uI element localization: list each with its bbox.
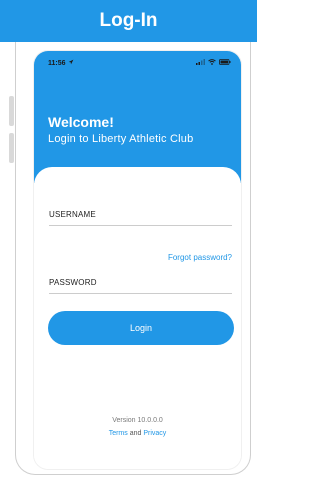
battery-icon: [219, 59, 231, 65]
username-label: USERNAME: [49, 210, 96, 219]
username-field[interactable]: USERNAME: [49, 210, 232, 226]
welcome-subtitle: Login to Liberty Athletic Club: [48, 133, 194, 145]
phone-side-button: [9, 133, 14, 163]
phone-screen: 11:56 Welcome! Login to Liberty Athletic…: [34, 51, 241, 469]
password-field[interactable]: PASSWORD: [49, 278, 232, 294]
wifi-icon: [208, 59, 216, 65]
status-icons: [196, 59, 231, 65]
login-button[interactable]: Login: [48, 311, 234, 345]
title-bar: Log-In: [0, 0, 257, 42]
hero-banner: 11:56 Welcome! Login to Liberty Athletic…: [34, 51, 241, 183]
welcome-heading: Welcome!: [48, 114, 114, 130]
and-text: and: [129, 430, 142, 437]
page-title: Log-In: [99, 10, 158, 31]
location-arrow-icon: [69, 59, 74, 65]
version-text: Version 10.0.0.0: [112, 417, 163, 424]
login-card: USERNAME Forgot password? PASSWORD Login…: [34, 167, 241, 469]
terms-link[interactable]: Terms: [109, 430, 128, 437]
signal-icon: [196, 59, 205, 65]
page: Log-In 11:56 Welcome! Login to Liberty A…: [0, 0, 257, 481]
terms-privacy-line: Terms and Privacy: [34, 430, 241, 437]
phone-side-button: [9, 96, 14, 126]
forgot-password-link[interactable]: Forgot password?: [168, 253, 232, 262]
status-time: 11:56: [48, 59, 74, 67]
phone-frame: 11:56 Welcome! Login to Liberty Athletic…: [15, 42, 251, 475]
privacy-link[interactable]: Privacy: [143, 430, 166, 437]
password-label: PASSWORD: [49, 278, 97, 287]
